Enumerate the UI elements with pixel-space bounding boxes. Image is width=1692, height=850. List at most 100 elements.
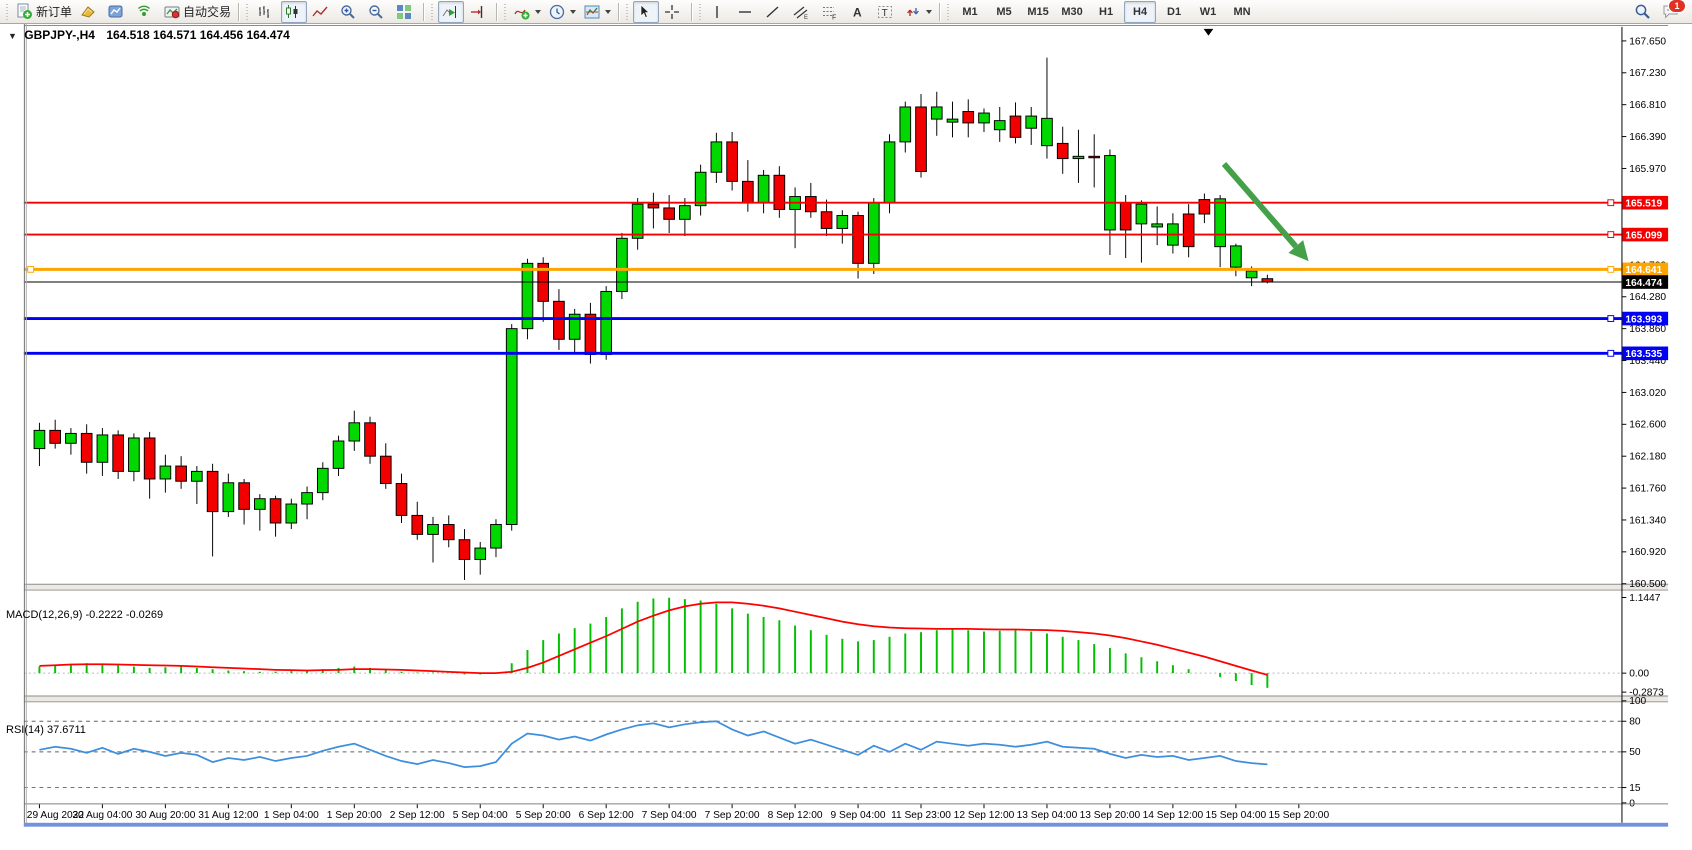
toolbar-button-chat[interactable]: 1 — [1659, 1, 1685, 23]
price-badge-164.641: 164.641 — [1622, 263, 1668, 277]
candle — [868, 203, 879, 264]
hline-icon — [737, 4, 753, 20]
toolbar-button-search[interactable] — [1631, 1, 1657, 23]
svg-text:163.993: 163.993 — [1625, 314, 1662, 325]
toolbar-button-tf-mn[interactable]: MN — [1226, 1, 1258, 23]
toolbar-button-tf-h4[interactable]: H4 — [1124, 1, 1156, 23]
rsi-indicator-label: RSI(14) 37.6711 — [6, 724, 86, 736]
toolbar-button-line-chart[interactable] — [309, 1, 335, 23]
svg-text:F: F — [832, 14, 836, 20]
line-handle[interactable] — [1608, 266, 1614, 272]
toolbar-grip[interactable] — [945, 4, 951, 20]
toolbar-button-profiles[interactable] — [105, 1, 131, 23]
toolbar-grip[interactable] — [244, 4, 250, 20]
time-tick-label: 1 Sep 04:00 — [264, 810, 319, 821]
panel-splitter[interactable] — [24, 696, 1668, 702]
toolbar-button-tf-m1[interactable]: M1 — [954, 1, 986, 23]
collapse-triangle-icon[interactable]: ▼ — [8, 31, 17, 41]
price-badge-165.519: 165.519 — [1622, 196, 1668, 210]
rsi-tick-label: 80 — [1629, 717, 1641, 728]
time-tick-label: 15 Sep 04:00 — [1206, 810, 1267, 821]
toolbar-button-tf-m30[interactable]: M30 — [1056, 1, 1088, 23]
toolbar-group-objects: EFAT — [705, 0, 936, 24]
chart-canvas[interactable]: 167.650167.230166.810166.390165.970164.7… — [0, 24, 1692, 850]
toolbar-button-label: 新订单 — [36, 3, 72, 20]
autotrade-icon — [164, 4, 180, 20]
toolbar-button-trend-line[interactable] — [762, 1, 788, 23]
candle — [1246, 271, 1257, 278]
toolbar-grip[interactable] — [429, 4, 435, 20]
price-badge-165.099: 165.099 — [1622, 228, 1668, 242]
toolbar-button-tf-w1[interactable]: W1 — [1192, 1, 1224, 23]
line-handle[interactable] — [28, 266, 34, 272]
toolbar-button-tile-windows[interactable] — [393, 1, 419, 23]
toolbar-button-arrows[interactable] — [902, 1, 935, 23]
toolbar-grip[interactable] — [4, 4, 10, 20]
toolbar-button-tf-m5[interactable]: M5 — [988, 1, 1020, 23]
line-handle[interactable] — [1608, 232, 1614, 238]
toolbar-button-text-label[interactable]: T — [874, 1, 900, 23]
chart-symbol-period: GBPJPY-,H4 — [24, 28, 95, 42]
toolbar-button-periods[interactable] — [546, 1, 579, 23]
candle — [900, 107, 911, 142]
toolbar-button-equidistant-channel[interactable]: E — [790, 1, 816, 23]
candle — [758, 175, 769, 202]
toolbar-button-zoom-in[interactable] — [337, 1, 363, 23]
chevron-down-icon[interactable] — [605, 10, 611, 14]
chevron-down-icon[interactable] — [926, 10, 932, 14]
toolbar-button-fibonacci[interactable]: F — [818, 1, 844, 23]
time-tick-label: 11 Sep 23:00 — [891, 810, 951, 821]
toolbar-button-label: 自动交易 — [183, 3, 231, 20]
toolbar-button-vertical-line[interactable] — [706, 1, 732, 23]
toolbar-button-indicators[interactable] — [511, 1, 544, 23]
candle — [50, 430, 61, 443]
candle — [380, 456, 391, 483]
search-icon — [1634, 3, 1651, 20]
toolbar-button-candlestick-chart[interactable] — [281, 1, 307, 23]
candle — [428, 525, 439, 535]
panel-splitter[interactable] — [24, 584, 1668, 590]
chevron-down-icon[interactable] — [535, 10, 541, 14]
toolbar-grip[interactable] — [697, 4, 703, 20]
candle — [97, 435, 108, 462]
candle — [931, 107, 942, 119]
toolbar-button-new-order[interactable]: 新订单 — [13, 1, 75, 23]
toolbar-button-auto-trading[interactable]: 自动交易 — [161, 1, 234, 23]
line-handle[interactable] — [1608, 200, 1614, 206]
candle — [1057, 143, 1068, 158]
toolbar-button-bar-chart[interactable] — [253, 1, 279, 23]
linechart-icon — [312, 4, 328, 20]
chevron-down-icon[interactable] — [570, 10, 576, 14]
candle — [648, 204, 659, 208]
price-tick-label: 162.600 — [1629, 420, 1666, 431]
candle — [286, 504, 297, 523]
toolbar-button-signals[interactable] — [133, 1, 159, 23]
svg-text:A: A — [853, 5, 862, 19]
toolbar-button-horizontal-line[interactable] — [734, 1, 760, 23]
toolbar-button-auto-scroll[interactable] — [438, 1, 464, 23]
svg-text:T: T — [882, 8, 888, 19]
candle — [585, 314, 596, 354]
candle — [1120, 203, 1131, 230]
candle — [443, 525, 454, 540]
toolbar-button-zoom-out[interactable] — [365, 1, 391, 23]
line-handle[interactable] — [1608, 350, 1614, 356]
candle — [554, 301, 565, 339]
toolbar-button-styler[interactable] — [77, 1, 103, 23]
toolbar-button-chart-shift[interactable] — [466, 1, 492, 23]
candle — [81, 433, 92, 462]
toolbar-button-tf-h1[interactable]: H1 — [1090, 1, 1122, 23]
toolbar-button-tf-m15[interactable]: M15 — [1022, 1, 1054, 23]
toolbar-group-trade: 新订单 自动交易 — [12, 0, 235, 24]
toolbar-button-tf-d1[interactable]: D1 — [1158, 1, 1190, 23]
toolbar-button-text[interactable]: A — [846, 1, 872, 23]
toolbar-button-cursor[interactable] — [633, 1, 659, 23]
toolbar-grip[interactable] — [624, 4, 630, 20]
toolbar-grip[interactable] — [502, 4, 508, 20]
line-handle[interactable] — [1608, 316, 1614, 322]
candle — [254, 499, 265, 510]
toolbar: 新订单 自动交易 E F A T M1M5M15M30 H1 H4D1W1MN 1 — [0, 0, 1692, 24]
toolbar-button-label: H1 — [1099, 6, 1113, 18]
toolbar-button-templates[interactable] — [581, 1, 614, 23]
toolbar-button-crosshair[interactable] — [661, 1, 687, 23]
